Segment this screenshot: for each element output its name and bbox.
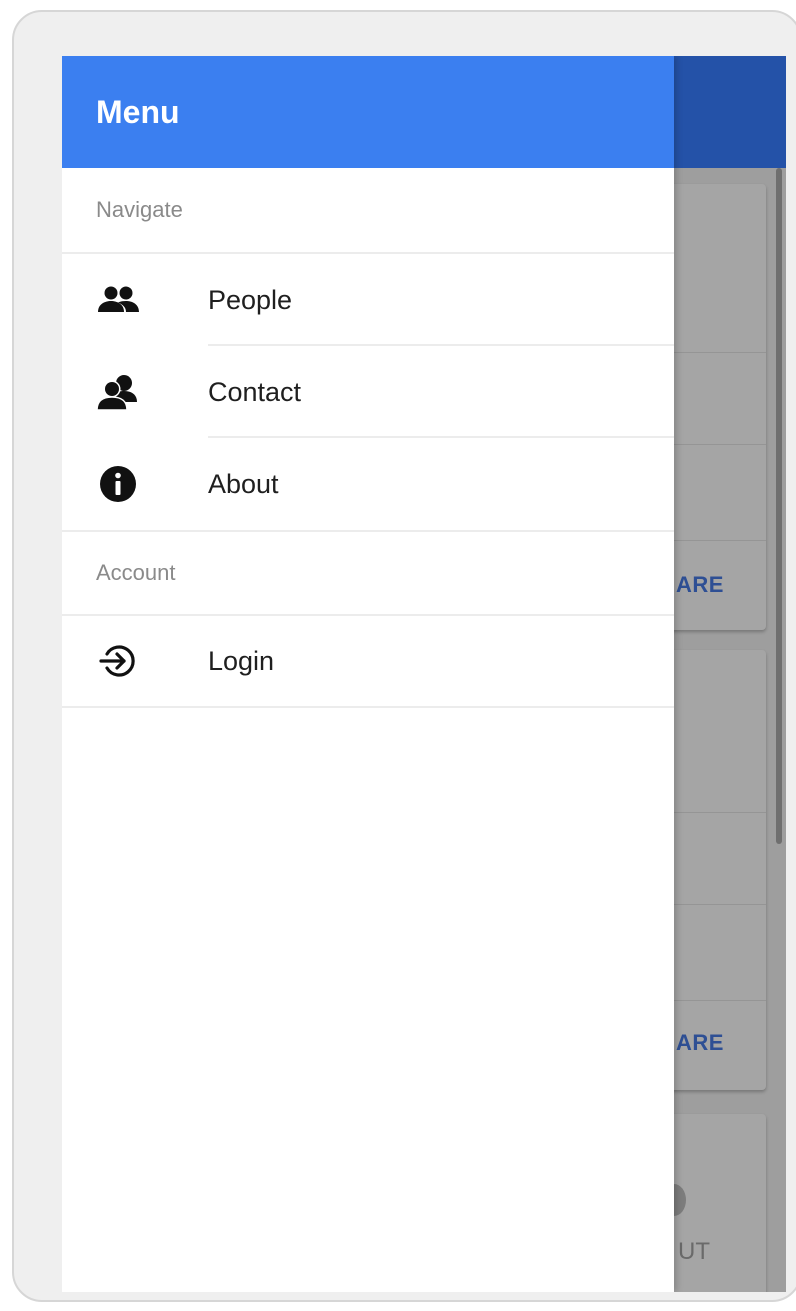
background-share-button: ARE (676, 572, 724, 597)
login-icon (96, 639, 140, 683)
people-icon (96, 278, 140, 322)
drawer-header: Menu (62, 56, 674, 168)
menu-item-about[interactable]: About (62, 438, 674, 530)
menu-item-contact[interactable]: Contact (62, 346, 674, 438)
drawer-title: Menu (96, 93, 180, 130)
menu-item-label: Login (208, 645, 275, 676)
background-bottom-label: UT (678, 1238, 710, 1265)
section-header-account: Account (62, 530, 674, 616)
navigation-drawer: Menu Navigate People Contact About Accou… (62, 56, 674, 1292)
menu-item-label: Contact (208, 376, 302, 407)
background-share-button: ARE (676, 1030, 724, 1055)
menu-item-login[interactable]: Login (62, 616, 674, 708)
info-icon (96, 462, 140, 506)
app-screen: ARE ARE UT Menu Navigate People Contact … (62, 56, 786, 1292)
menu-item-people[interactable]: People (62, 254, 674, 346)
menu-item-label: People (208, 284, 293, 315)
section-header-navigate: Navigate (62, 168, 674, 254)
menu-item-label: About (208, 468, 279, 499)
background-scrollbar (776, 168, 782, 844)
device-frame: ARE ARE UT Menu Navigate People Contact … (12, 10, 796, 1302)
contact-icon (96, 370, 140, 414)
